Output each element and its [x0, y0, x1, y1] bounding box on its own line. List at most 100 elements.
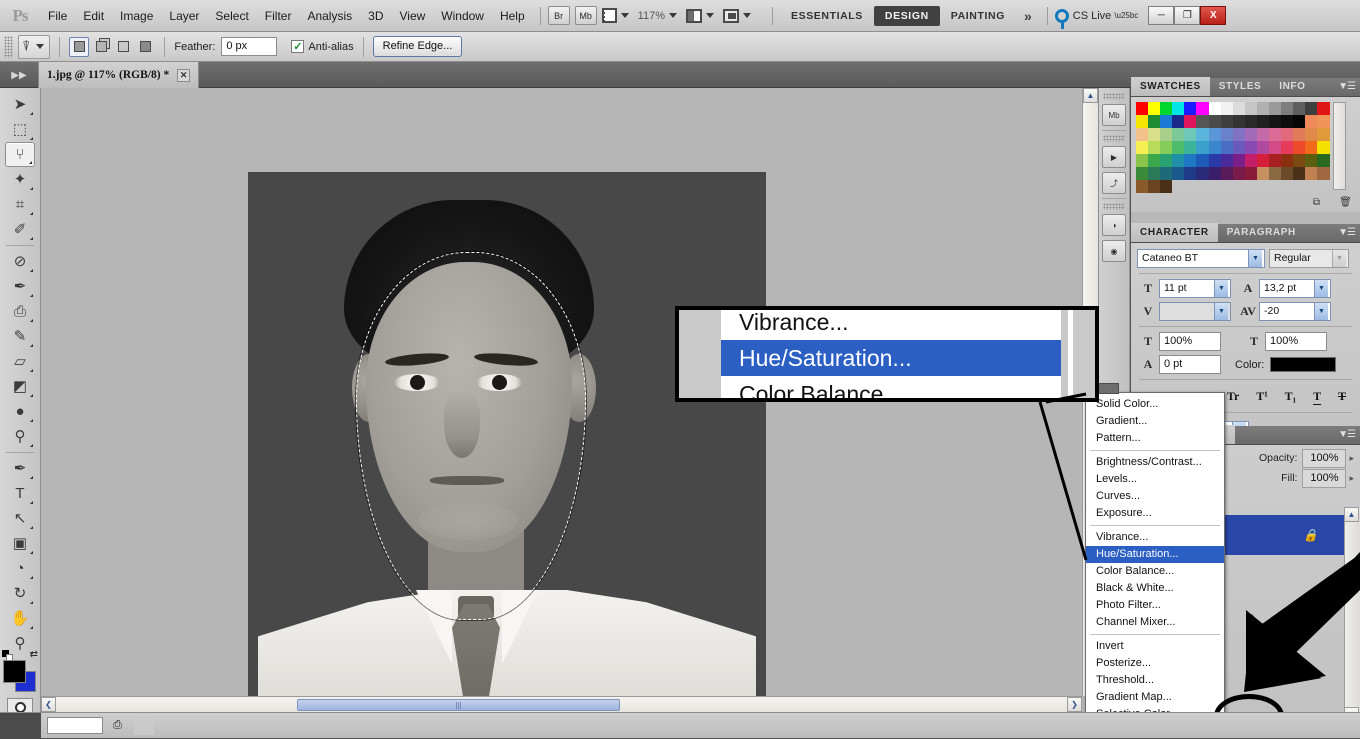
crop-tool[interactable]: ⌗ [5, 192, 35, 217]
pen-tool[interactable]: ✒ [5, 456, 35, 481]
callout-item-color-balance[interactable]: Color Balance... [721, 376, 1061, 398]
swatch-10[interactable] [1256, 102, 1270, 115]
adjustment-layer-menu[interactable]: Solid Color... Gradient... Pattern... Brigh… [1085, 383, 1225, 730]
swatches-grid[interactable] [1136, 102, 1330, 193]
small-caps-button[interactable]: Tr [1227, 389, 1239, 405]
restore-button[interactable]: ❐ [1174, 6, 1201, 25]
layers-panel-menu-icon[interactable]: ▼☰ [1338, 429, 1356, 440]
swatch-56[interactable] [1232, 141, 1245, 154]
swatch-53[interactable] [1196, 141, 1209, 154]
swatch-25[interactable] [1244, 115, 1257, 128]
adjustment-menu-item-exposure[interactable]: Exposure... [1086, 505, 1224, 522]
swatch-58[interactable] [1256, 141, 1270, 154]
swatch-63[interactable] [1317, 141, 1330, 154]
swatch-57[interactable] [1244, 141, 1257, 154]
adjustment-menu-item-gradient-map[interactable]: Gradient Map... [1086, 689, 1224, 706]
swatch-93[interactable] [1293, 167, 1306, 180]
swatch-95[interactable] [1317, 167, 1330, 180]
swatch-29[interactable] [1293, 115, 1306, 128]
swatch-6[interactable] [1208, 102, 1221, 115]
fill-input[interactable]: 100% [1302, 468, 1347, 488]
swatch-88[interactable] [1232, 167, 1245, 180]
add-to-selection-button[interactable] [91, 37, 111, 57]
swatch-3[interactable] [1172, 102, 1185, 115]
menu-help[interactable]: Help [492, 1, 533, 31]
swatch-107[interactable] [1269, 180, 1282, 193]
icon-column-grip-3[interactable] [1103, 203, 1125, 210]
swatch-106[interactable] [1256, 180, 1270, 193]
swatches-panel-menu-icon[interactable]: ▼☰ [1338, 81, 1356, 92]
adjustment-menu-item-solid-color[interactable]: Solid Color... [1086, 396, 1224, 413]
swap-colors-icon[interactable]: ⇄ [30, 649, 38, 660]
minimize-button[interactable]: ─ [1148, 6, 1175, 25]
swatch-12[interactable] [1281, 102, 1294, 115]
swatch-14[interactable] [1305, 102, 1318, 115]
arrange-documents-icon[interactable] [685, 8, 702, 23]
swatch-52[interactable] [1184, 141, 1197, 154]
move-tool[interactable]: ➤ [5, 92, 35, 117]
swatch-67[interactable] [1172, 154, 1185, 167]
swatch-47[interactable] [1317, 128, 1330, 141]
history-brush-tool[interactable]: ✎ [5, 324, 35, 349]
swatch-2[interactable] [1160, 102, 1173, 115]
new-selection-button[interactable] [69, 36, 90, 57]
tab-character[interactable]: CHARACTER [1131, 223, 1218, 242]
workspace-painting[interactable]: PAINTING [940, 6, 1016, 26]
menu-3d[interactable]: 3D [360, 1, 391, 31]
swatch-109[interactable] [1293, 180, 1306, 193]
swatch-17[interactable] [1148, 115, 1161, 128]
swatch-49[interactable] [1148, 141, 1161, 154]
new-swatch-icon[interactable]: ⧉ [1308, 195, 1325, 210]
swatch-27[interactable] [1269, 115, 1282, 128]
swatch-1[interactable] [1148, 102, 1161, 115]
menu-image[interactable]: Image [112, 1, 161, 31]
strikethrough-button[interactable]: T [1338, 389, 1346, 405]
swatch-43[interactable] [1269, 128, 1282, 141]
swatch-76[interactable] [1281, 154, 1294, 167]
swatch-66[interactable] [1160, 154, 1173, 167]
swatch-48[interactable] [1136, 141, 1149, 154]
character-panel-menu-icon[interactable]: ▼☰ [1338, 227, 1356, 238]
swatch-84[interactable] [1184, 167, 1197, 180]
view-extras-icon[interactable] [601, 8, 617, 23]
fill-stepper-icon[interactable]: ▸ [1349, 473, 1354, 484]
swatch-83[interactable] [1172, 167, 1185, 180]
swatch-0[interactable] [1136, 102, 1149, 115]
swatch-111[interactable] [1317, 180, 1330, 193]
callout-item-hue-saturation[interactable]: Hue/Saturation... [721, 340, 1061, 376]
status-zoom-input[interactable] [47, 717, 103, 734]
menu-select[interactable]: Select [207, 1, 256, 31]
icon-column-grip-2[interactable] [1103, 135, 1125, 142]
adjustment-menu-item-color-balance[interactable]: Color Balance... [1086, 563, 1224, 580]
swatch-20[interactable] [1184, 115, 1197, 128]
swatch-70[interactable] [1208, 154, 1221, 167]
eyedropper-tool[interactable]: ✐ [5, 217, 35, 242]
leading-select[interactable]: 13,2 pt ▼ [1259, 279, 1331, 298]
swatch-103[interactable] [1220, 180, 1233, 193]
swatch-31[interactable] [1317, 115, 1330, 128]
swatch-75[interactable] [1269, 154, 1282, 167]
workspace-overflow-button[interactable]: » [1016, 8, 1040, 24]
swatch-45[interactable] [1293, 128, 1306, 141]
menu-layer[interactable]: Layer [161, 1, 207, 31]
lasso-tool[interactable]: ⑂ [5, 142, 35, 167]
swatch-65[interactable] [1148, 154, 1161, 167]
swatch-5[interactable] [1196, 102, 1209, 115]
underline-button[interactable]: T [1313, 389, 1322, 405]
adjustment-menu-item-threshold[interactable]: Threshold... [1086, 672, 1224, 689]
icon-column-grip[interactable] [1103, 93, 1125, 100]
swatch-71[interactable] [1220, 154, 1233, 167]
swatch-105[interactable] [1244, 180, 1257, 193]
swatch-50[interactable] [1160, 141, 1173, 154]
menu-edit[interactable]: Edit [75, 1, 112, 31]
antialias-control[interactable]: ✓ Anti-alias [291, 40, 354, 53]
swatch-94[interactable] [1305, 167, 1318, 180]
document-image[interactable] [248, 172, 766, 712]
layers-scrollbar[interactable]: ▲ ▼ [1344, 507, 1360, 722]
swatch-24[interactable] [1232, 115, 1245, 128]
opacity-input[interactable]: 100% [1302, 448, 1347, 468]
swatch-87[interactable] [1220, 167, 1233, 180]
masks-icon[interactable]: ◉ [1102, 240, 1126, 262]
animation-icon[interactable]: ▶ [1102, 146, 1126, 168]
swatch-61[interactable] [1293, 141, 1306, 154]
